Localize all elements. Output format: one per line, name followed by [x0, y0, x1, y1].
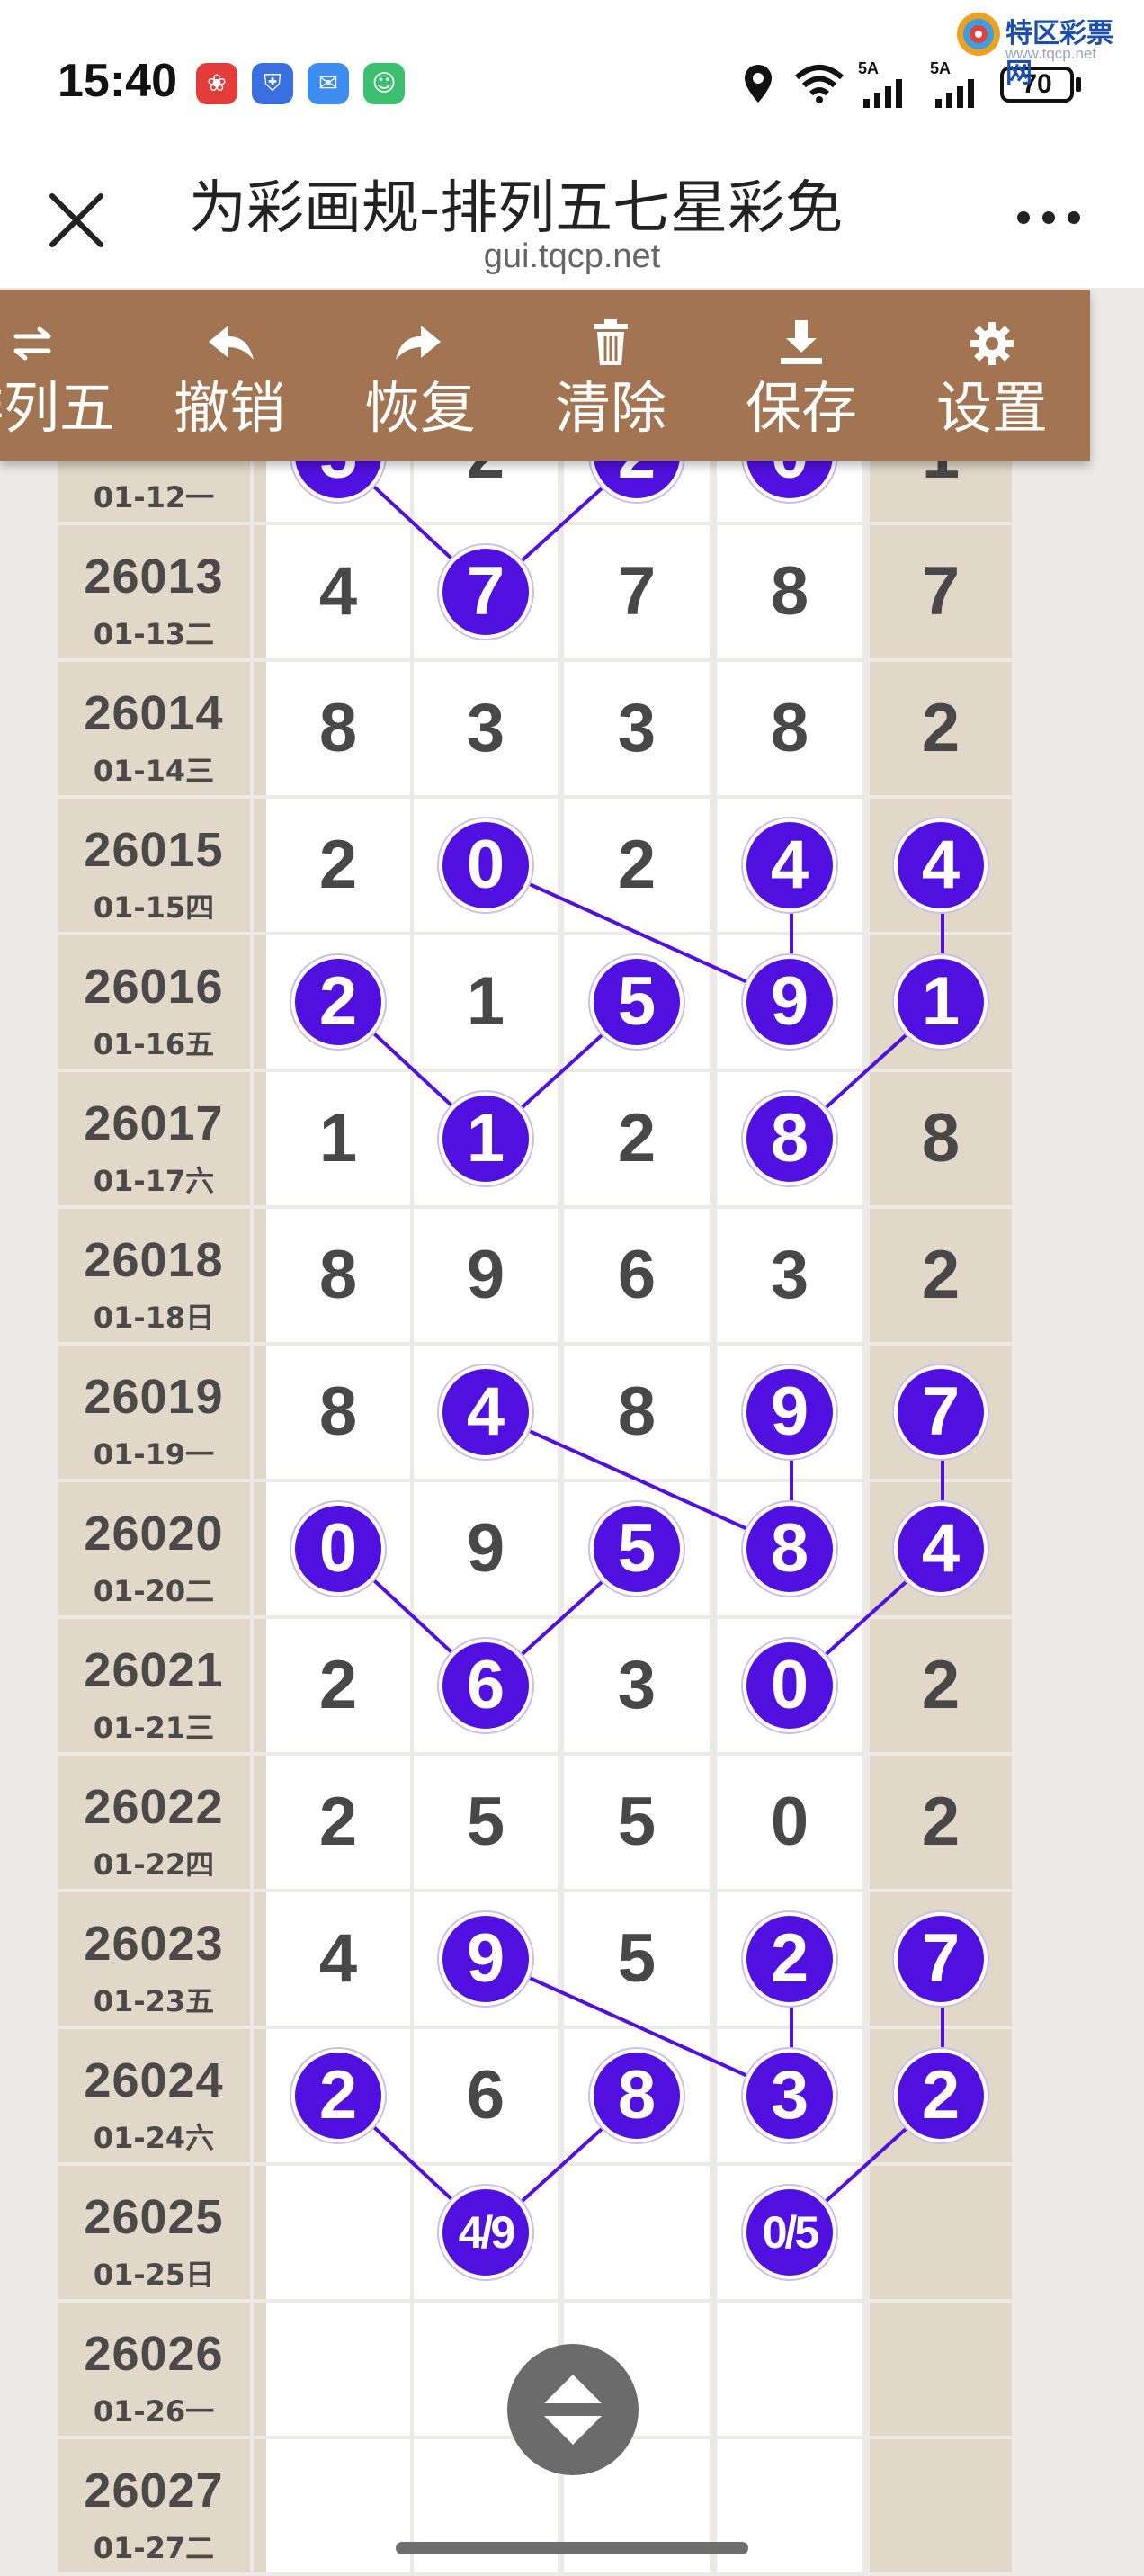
undo-button[interactable]: 撤销: [135, 290, 324, 461]
circled-digit[interactable]: 3: [743, 2049, 836, 2142]
circled-digit[interactable]: 1: [439, 1092, 532, 1185]
circled-digit[interactable]: 1: [894, 955, 988, 1049]
circled-digit[interactable]: 0: [291, 1502, 385, 1596]
toolbar-label: 设置: [935, 375, 1048, 441]
circled-digit[interactable]: 9: [743, 1365, 836, 1459]
circled-digit[interactable]: 2: [743, 1912, 836, 2006]
circled-digit[interactable]: 4: [439, 1365, 532, 1459]
circled-digit[interactable]: 5: [590, 955, 684, 1049]
circled-digit[interactable]: 2: [894, 2049, 988, 2142]
circled-digit[interactable]: 2: [291, 955, 385, 1049]
circled-digit[interactable]: 0: [743, 1639, 836, 1732]
save-button[interactable]: 保存: [707, 290, 896, 461]
toolbar-label: 清除: [554, 375, 666, 441]
circled-digit[interactable]: 7: [439, 545, 532, 639]
circled-digit[interactable]: 2: [291, 2049, 385, 2142]
circled-digit[interactable]: 5: [590, 1502, 684, 1596]
gear-icon: [970, 322, 1014, 365]
up-down-arrow-icon: [544, 2375, 602, 2445]
circled-digit[interactable]: 7: [894, 1912, 988, 2006]
clear-button[interactable]: 清除: [516, 290, 705, 461]
circled-digit[interactable]: 8: [743, 1502, 836, 1596]
circled-digit[interactable]: 4: [743, 818, 836, 912]
download-icon: [781, 320, 822, 364]
lottery-type-button[interactable]: 排列五: [0, 290, 126, 461]
circled-digit[interactable]: 4: [894, 1502, 988, 1596]
circled-digit[interactable]: 0/5: [743, 2186, 836, 2279]
settings-button[interactable]: 设置: [898, 290, 1086, 461]
circled-digit[interactable]: 4/9: [439, 2186, 532, 2279]
trash-icon: [594, 319, 628, 365]
toolbar: 排列五 撤销 恢复 清除 保存 设置: [0, 290, 1090, 461]
circled-digit[interactable]: 9: [743, 955, 836, 1049]
redo-button[interactable]: 恢复: [326, 290, 514, 461]
circled-digit[interactable]: 8: [743, 1092, 836, 1185]
toolbar-label: 排列五: [0, 375, 115, 441]
toolbar-label: 保存: [745, 375, 857, 441]
toolbar-label: 撤销: [173, 375, 285, 441]
undo-icon: [209, 326, 254, 360]
circled-digit[interactable]: 4: [894, 818, 988, 912]
circled-digit[interactable]: 0: [439, 818, 532, 912]
circled-digit[interactable]: 9: [439, 1912, 532, 2006]
swap-icon: [13, 326, 51, 361]
redo-icon: [396, 326, 441, 360]
circled-digit[interactable]: 7: [894, 1365, 988, 1459]
scroll-toggle-button[interactable]: [507, 2344, 639, 2475]
circled-digit[interactable]: 8: [590, 2049, 684, 2142]
circled-digit[interactable]: 6: [439, 1639, 532, 1732]
toolbar-label: 恢复: [363, 375, 476, 441]
home-indicator[interactable]: [396, 2542, 748, 2554]
